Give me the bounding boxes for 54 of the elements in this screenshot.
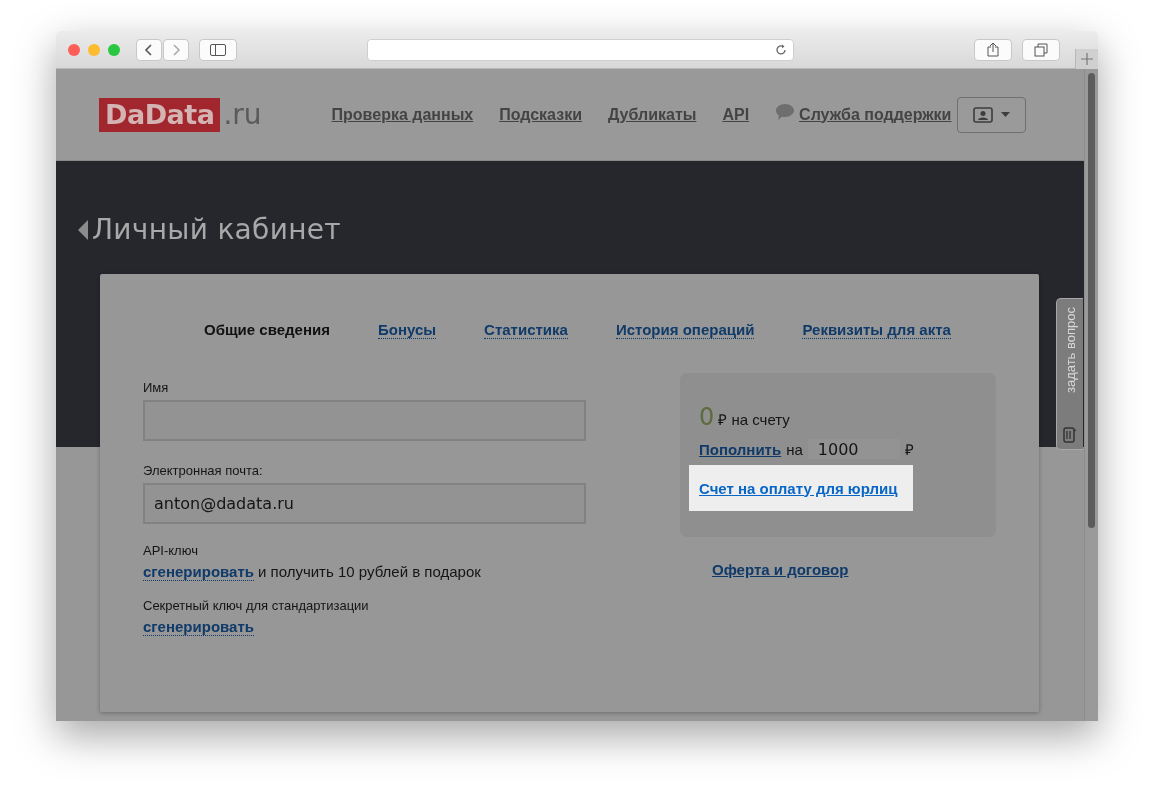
top-up-link[interactable]: Пополнить [699,440,782,458]
page-title: Личный кабинет [92,213,341,246]
nav-link[interactable]: Подсказки [499,105,582,124]
balance-label: ₽ на счету [718,410,790,429]
text-field[interactable]: anton@dadata.ru [143,483,586,524]
nav-link[interactable]: Дубликаты [608,105,697,124]
left-triangle-icon [78,219,88,240]
chevron-right-icon [171,42,181,57]
field-label: Электронная почта: [143,463,264,478]
field-label: Имя [143,380,170,395]
tabs-button[interactable] [1022,38,1060,61]
sidebar-icon [210,43,226,56]
new-tab-button[interactable] [1075,49,1098,69]
generate-link[interactable]: сгенерировать [143,618,254,636]
tab[interactable]: Статистика [484,321,568,339]
balance-amount: 0 [699,403,715,431]
logo-suffix: .ru [223,98,262,131]
field-label: Секретный ключ для стандартизации [143,598,370,613]
user-card-icon [973,106,993,123]
plus-icon [1081,53,1093,65]
tab[interactable]: Реквизиты для акта [802,321,951,339]
account-button[interactable] [957,96,1026,133]
tabs-icon [1034,42,1048,57]
address-field[interactable] [367,38,794,61]
feedback-tab[interactable]: задать вопрос [1056,298,1083,450]
bonus-note: и получить 10 рублей в подарок [258,563,481,580]
note-icon [1063,427,1077,443]
feedback-label: задать вопрос [1062,307,1078,394]
nav-link[interactable]: API [722,105,750,124]
tab[interactable]: История операций [615,321,755,339]
reload-icon[interactable] [775,43,787,56]
amount-field[interactable]: 1000 [807,439,900,459]
speech-bubble-icon [775,102,796,121]
scrollbar[interactable] [1084,69,1098,721]
back-button[interactable] [136,38,162,61]
close-icon[interactable] [68,43,80,56]
minimize-icon[interactable] [88,43,100,56]
forward-button[interactable] [163,38,189,61]
offer-link[interactable]: Оферта и договор [712,561,849,578]
currency-sign: ₽ [904,440,914,459]
share-icon [987,42,999,57]
nav-link[interactable]: Проверка данных [331,105,474,124]
share-button[interactable] [974,38,1012,61]
logo-mark[interactable]: DaData [99,97,221,132]
zoom-icon[interactable] [108,43,120,56]
caret-icon [1001,111,1010,118]
tab[interactable]: Бонусы [377,321,437,339]
generate-link[interactable]: сгенерировать [143,563,254,581]
field-label: API-ключ [143,543,199,558]
tab[interactable]: Общие сведения [204,321,330,339]
chevron-left-icon [144,42,154,57]
top-up-label: на [786,440,803,458]
sidebar-button[interactable] [199,38,237,61]
nav-link[interactable]: Служба поддержки [799,105,952,124]
